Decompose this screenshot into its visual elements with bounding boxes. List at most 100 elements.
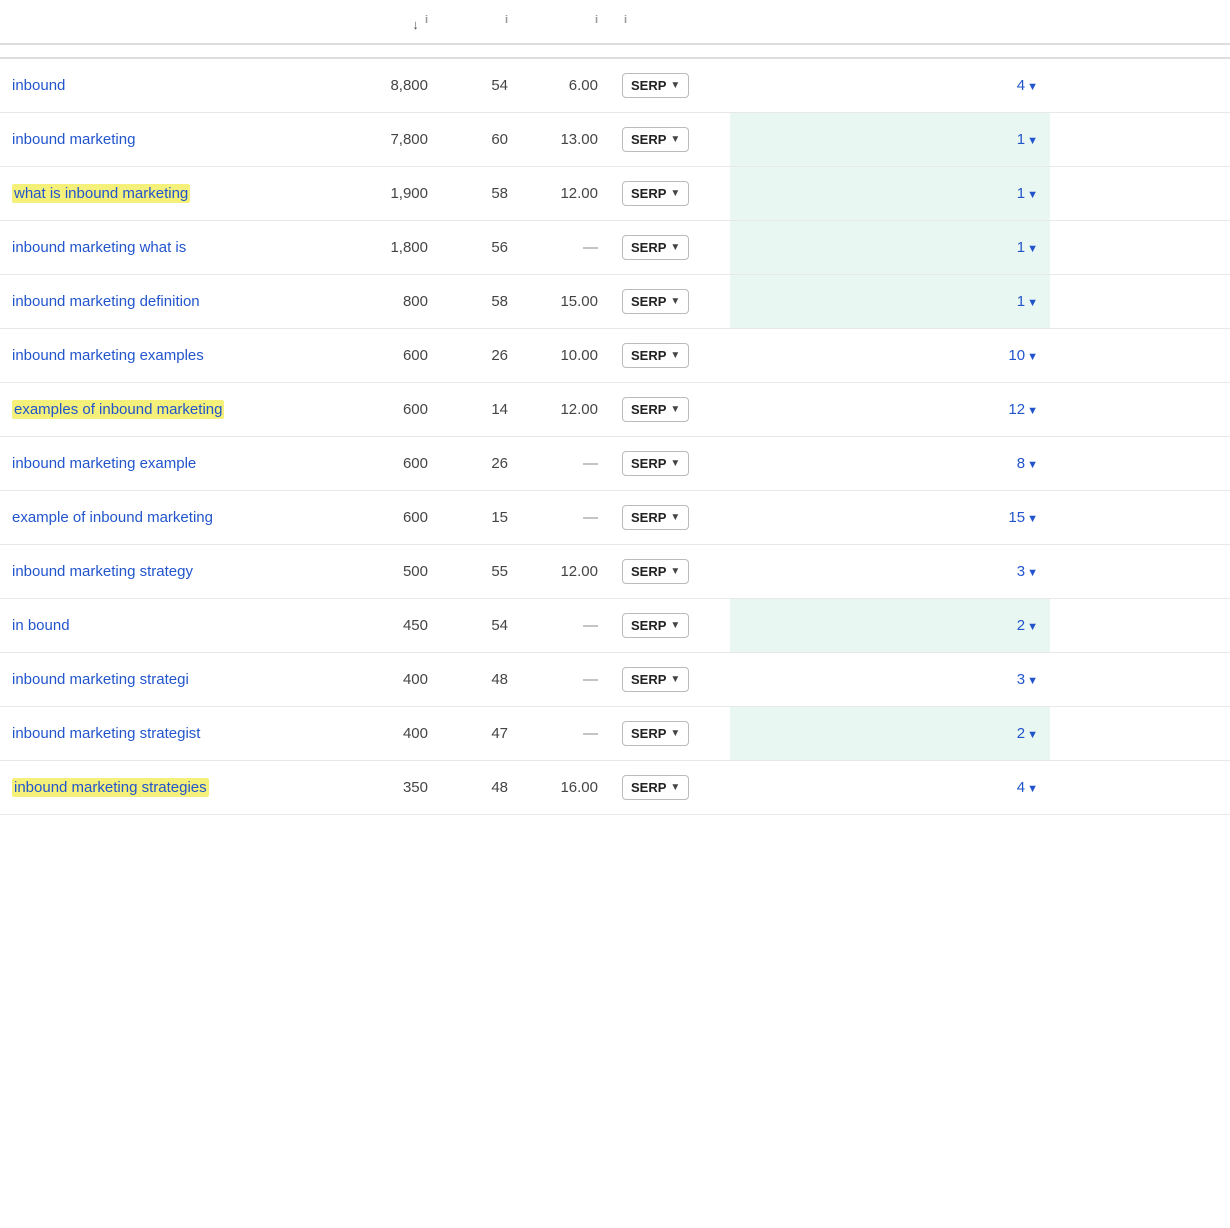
serp-button[interactable]: SERP ▼ xyxy=(622,397,689,422)
serp-dropdown-arrow: ▼ xyxy=(670,296,680,307)
serp-dropdown-arrow: ▼ xyxy=(670,566,680,577)
position-arrow: ▼ xyxy=(1027,621,1038,633)
volume-cell: 600 xyxy=(320,329,440,383)
table-row: example of inbound marketing 600 15 — SE… xyxy=(0,491,1230,545)
keyword-cell: inbound xyxy=(0,58,320,113)
serp-button[interactable]: SERP ▼ xyxy=(622,775,689,800)
keyword-cell: inbound marketing strategy xyxy=(0,545,320,599)
position-arrow: ▼ xyxy=(1027,243,1038,255)
serp-button[interactable]: SERP ▼ xyxy=(622,505,689,530)
keyword-cell: inbound marketing what is xyxy=(0,221,320,275)
col-header-serp: i xyxy=(610,0,730,44)
table-body: inbound 8,800 54 6.00 SERP ▼ 4▼ inbound … xyxy=(0,58,1230,815)
volume-cell: 1,800 xyxy=(320,221,440,275)
table-row: inbound marketing 7,800 60 13.00 SERP ▼ … xyxy=(0,113,1230,167)
cpc-dash: — xyxy=(583,617,598,634)
serp-cell: SERP ▼ xyxy=(610,329,730,383)
serp-dropdown-arrow: ▼ xyxy=(670,350,680,361)
position-cell: 1▼ xyxy=(730,275,1050,329)
kd-cell: 47 xyxy=(440,707,520,761)
serp-button-label: SERP xyxy=(631,618,666,633)
keyword-link[interactable]: example of inbound marketing xyxy=(12,509,213,526)
keyword-link[interactable]: inbound marketing what is xyxy=(12,239,186,256)
serp-dropdown-arrow: ▼ xyxy=(670,80,680,91)
cpc-info-icon[interactable]: i xyxy=(595,14,598,26)
position-arrow: ▼ xyxy=(1027,405,1038,417)
keyword-highlight: what is inbound marketing xyxy=(12,184,190,203)
serp-button[interactable]: SERP ▼ xyxy=(622,721,689,746)
serp-button-label: SERP xyxy=(631,564,666,579)
keyword-highlight: examples of inbound marketing xyxy=(12,400,224,419)
table-row: inbound marketing strategi 400 48 — SERP… xyxy=(0,653,1230,707)
keyword-link[interactable]: inbound marketing strategy xyxy=(12,563,193,580)
keyword-link[interactable]: inbound marketing examples xyxy=(12,347,204,364)
position-cell: 1▼ xyxy=(730,113,1050,167)
serp-button-label: SERP xyxy=(631,510,666,525)
keyword-link[interactable]: inbound xyxy=(12,77,65,94)
serp-cell: SERP ▼ xyxy=(610,545,730,599)
serp-cell: SERP ▼ xyxy=(610,761,730,815)
kd-cell: 56 xyxy=(440,221,520,275)
position-cell: 2▼ xyxy=(730,707,1050,761)
serp-button-label: SERP xyxy=(631,780,666,795)
keyword-cell: examples of inbound marketing xyxy=(0,383,320,437)
serp-cell: SERP ▼ xyxy=(610,113,730,167)
keyword-link[interactable]: in bound xyxy=(12,617,70,634)
serp-button[interactable]: SERP ▼ xyxy=(622,127,689,152)
keyword-link[interactable]: inbound marketing example xyxy=(12,455,196,472)
position-arrow: ▼ xyxy=(1027,351,1038,363)
serp-button[interactable]: SERP ▼ xyxy=(622,235,689,260)
keyword-link[interactable]: inbound marketing strategi xyxy=(12,671,189,688)
serp-button[interactable]: SERP ▼ xyxy=(622,73,689,98)
serp-button[interactable]: SERP ▼ xyxy=(622,559,689,584)
col-header-volume[interactable]: ↓ i xyxy=(320,0,440,44)
kd-cell: 54 xyxy=(440,599,520,653)
keyword-cell: inbound marketing xyxy=(0,113,320,167)
keyword-link[interactable]: inbound marketing definition xyxy=(12,293,200,310)
table-row: inbound marketing example 600 26 — SERP … xyxy=(0,437,1230,491)
serp-info-icon[interactable]: i xyxy=(624,14,627,26)
serp-cell: SERP ▼ xyxy=(610,383,730,437)
cpc-cell: 13.00 xyxy=(520,113,610,167)
kd-cell: 48 xyxy=(440,653,520,707)
keyword-link[interactable]: inbound marketing xyxy=(12,131,135,148)
col-header-kd: i xyxy=(440,0,520,44)
serp-button[interactable]: SERP ▼ xyxy=(622,667,689,692)
kd-cell: 54 xyxy=(440,58,520,113)
serp-button-label: SERP xyxy=(631,348,666,363)
serp-button[interactable]: SERP ▼ xyxy=(622,613,689,638)
table-row: inbound marketing what is 1,800 56 — SER… xyxy=(0,221,1230,275)
serp-button-label: SERP xyxy=(631,240,666,255)
serp-button-label: SERP xyxy=(631,186,666,201)
kd-cell: 58 xyxy=(440,275,520,329)
volume-cell: 7,800 xyxy=(320,113,440,167)
serp-button-label: SERP xyxy=(631,78,666,93)
header-row: ↓ i i i i xyxy=(0,0,1230,44)
keyword-link[interactable]: inbound marketing strategist xyxy=(12,725,200,742)
keyword-cell: in bound xyxy=(0,599,320,653)
cpc-dash: — xyxy=(583,509,598,526)
serp-dropdown-arrow: ▼ xyxy=(670,242,680,253)
keyword-cell: inbound marketing strategist xyxy=(0,707,320,761)
cpc-dash: — xyxy=(583,725,598,742)
position-value: 12 xyxy=(1008,401,1025,418)
col-header-cpc: i xyxy=(520,0,610,44)
cpc-cell: — xyxy=(520,221,610,275)
position-arrow: ▼ xyxy=(1027,189,1038,201)
table-row: inbound marketing strategy 500 55 12.00 … xyxy=(0,545,1230,599)
serp-button[interactable]: SERP ▼ xyxy=(622,343,689,368)
table-row: inbound marketing examples 600 26 10.00 … xyxy=(0,329,1230,383)
cpc-cell: — xyxy=(520,707,610,761)
serp-button[interactable]: SERP ▼ xyxy=(622,451,689,476)
position-value: 4 xyxy=(1017,77,1025,94)
cpc-cell: — xyxy=(520,437,610,491)
kd-info-icon[interactable]: i xyxy=(505,14,508,26)
serp-button[interactable]: SERP ▼ xyxy=(622,289,689,314)
subheader-row xyxy=(0,44,1230,58)
serp-cell: SERP ▼ xyxy=(610,221,730,275)
volume-cell: 8,800 xyxy=(320,58,440,113)
volume-info-icon[interactable]: i xyxy=(425,14,428,26)
serp-button-label: SERP xyxy=(631,726,666,741)
serp-button[interactable]: SERP ▼ xyxy=(622,181,689,206)
position-cell: 8▼ xyxy=(730,437,1050,491)
